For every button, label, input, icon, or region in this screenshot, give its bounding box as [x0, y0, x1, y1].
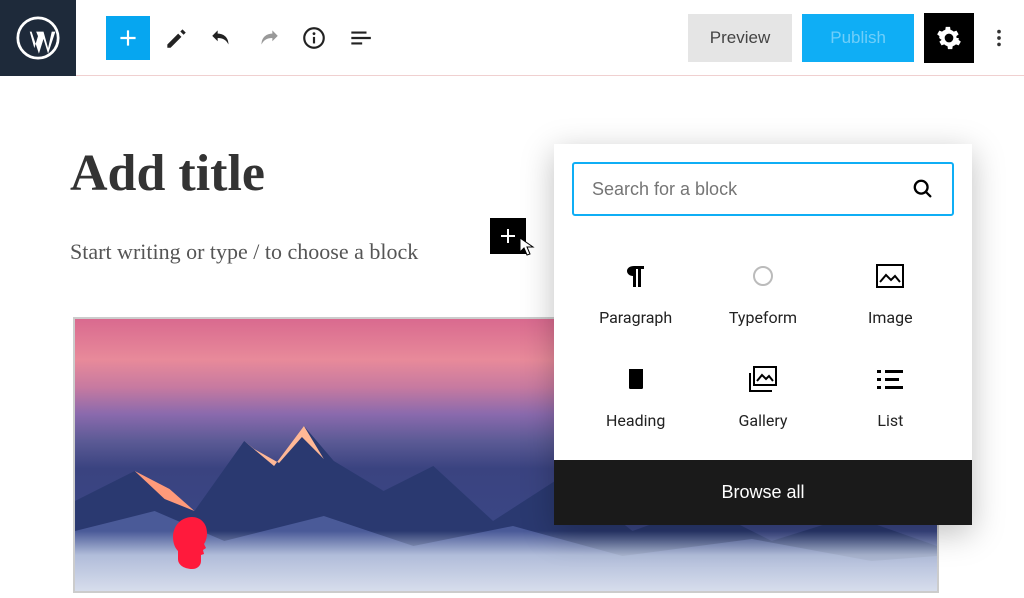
- block-gallery[interactable]: Gallery: [703, 349, 822, 440]
- list-icon: [876, 365, 904, 393]
- head-silhouette-icon: [170, 515, 214, 571]
- gear-icon: [936, 25, 962, 51]
- pencil-icon: [163, 25, 189, 51]
- block-paragraph[interactable]: Paragraph: [576, 246, 695, 337]
- block-label: Gallery: [738, 411, 787, 430]
- block-label: Paragraph: [599, 308, 672, 327]
- image-icon: [876, 262, 904, 290]
- gallery-icon: [749, 365, 777, 393]
- info-icon: [301, 25, 327, 51]
- preview-button[interactable]: Preview: [688, 14, 792, 62]
- search-icon: [912, 178, 934, 200]
- block-grid: Paragraph Typeform Image Heading Gallery…: [554, 234, 972, 460]
- cursor-icon: [518, 236, 538, 258]
- bookmark-icon: [622, 365, 650, 393]
- block-typeform[interactable]: Typeform: [703, 246, 822, 337]
- wordpress-icon: [16, 16, 60, 60]
- undo-button[interactable]: [202, 18, 242, 58]
- top-toolbar: Preview Publish: [0, 0, 1024, 76]
- wordpress-logo[interactable]: [0, 0, 76, 76]
- block-label: Heading: [606, 411, 665, 430]
- paragraph-icon: [622, 262, 650, 290]
- block-heading[interactable]: Heading: [576, 349, 695, 440]
- search-box[interactable]: [572, 162, 954, 216]
- toolbar-right-group: Preview Publish: [688, 13, 1014, 63]
- block-label: Image: [868, 308, 913, 327]
- block-image[interactable]: Image: [831, 246, 950, 337]
- typeform-icon: [749, 262, 777, 290]
- plus-icon: [115, 25, 141, 51]
- outline-button[interactable]: [340, 18, 380, 58]
- inline-inserter: [490, 218, 526, 254]
- info-button[interactable]: [294, 18, 334, 58]
- search-container: [554, 144, 972, 234]
- add-block-button[interactable]: [106, 16, 150, 60]
- kebab-icon: [988, 27, 1010, 49]
- redo-button[interactable]: [248, 18, 288, 58]
- list-outline-icon: [347, 25, 373, 51]
- block-label: List: [877, 411, 903, 430]
- block-inserter-panel: Paragraph Typeform Image Heading Gallery…: [554, 144, 972, 525]
- settings-button[interactable]: [924, 13, 974, 63]
- block-search-input[interactable]: [592, 179, 912, 200]
- undo-icon: [209, 25, 235, 51]
- toolbar-left-group: [106, 16, 380, 60]
- more-button[interactable]: [984, 14, 1014, 62]
- block-list[interactable]: List: [831, 349, 950, 440]
- redo-icon: [255, 25, 281, 51]
- browse-all-button[interactable]: Browse all: [554, 460, 972, 525]
- plus-icon: [496, 224, 520, 248]
- block-label: Typeform: [729, 308, 797, 327]
- tools-button[interactable]: [156, 18, 196, 58]
- publish-button[interactable]: Publish: [802, 14, 914, 62]
